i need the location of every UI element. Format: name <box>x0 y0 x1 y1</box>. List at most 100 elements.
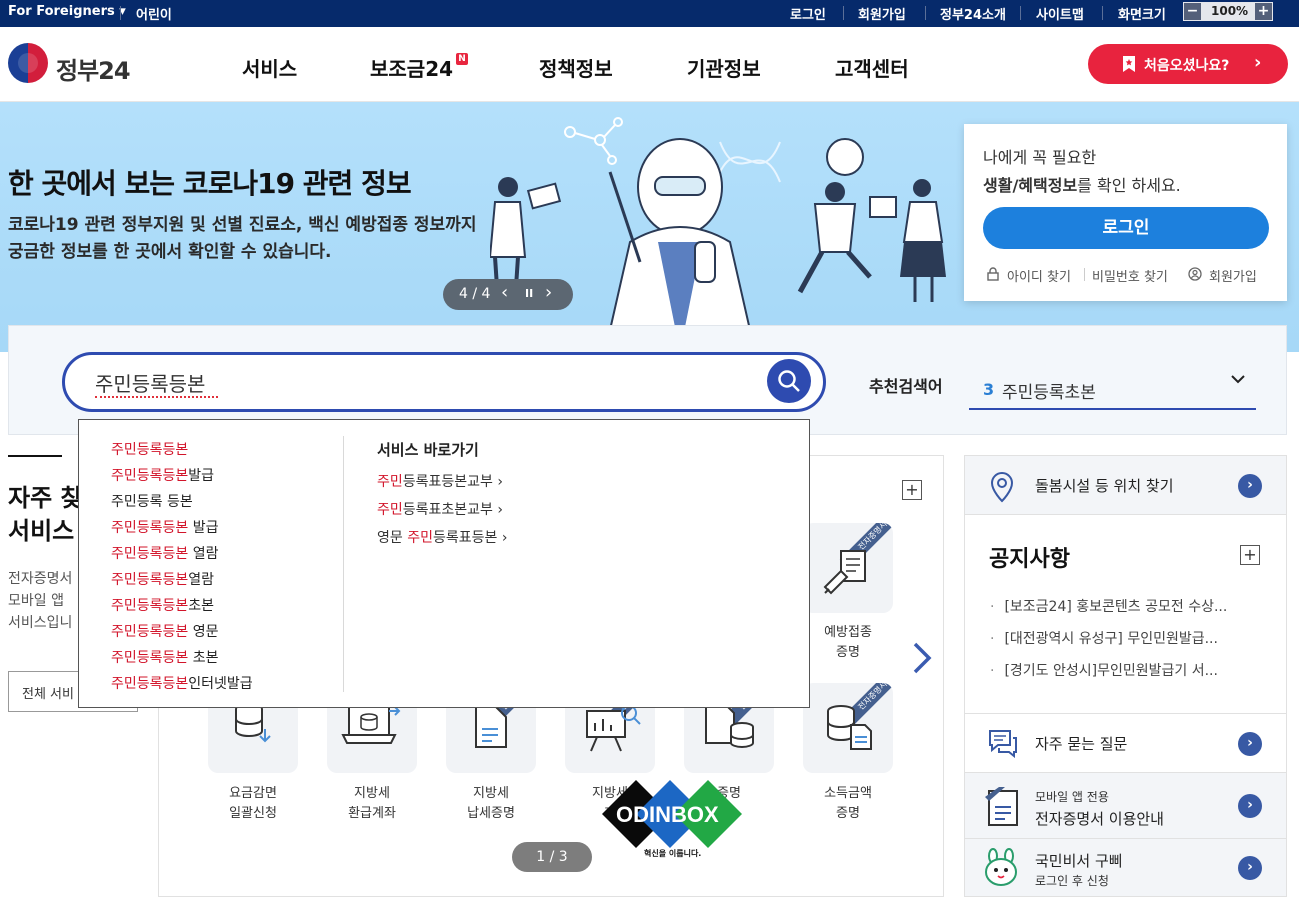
nav-services[interactable]: 서비스 <box>242 53 297 82</box>
service-card-vaccination[interactable]: 전자증명서 <box>803 523 893 613</box>
autocomplete-item[interactable]: 주민등록 등본 <box>111 491 193 511</box>
rest: 발급 <box>188 520 219 536</box>
bullet: · <box>990 663 995 679</box>
sitemap-link[interactable]: 사이트맵 <box>1036 4 1084 23</box>
watermark-text: ODINBOX <box>616 802 719 827</box>
match: 주민등록등본 <box>111 572 189 588</box>
match: 주민등록등본 <box>111 546 189 562</box>
login-button[interactable]: 로그인 <box>983 207 1269 249</box>
frequent-services-title: 자주 찾 서비스 <box>8 482 83 548</box>
autocomplete-item[interactable]: 주민등록등본열람 <box>111 569 214 589</box>
next-slide-button[interactable]: › <box>545 282 552 303</box>
divider <box>120 6 121 20</box>
autocomplete-item[interactable]: 주민등록등본 <box>111 439 188 459</box>
join-link[interactable]: 회원가입 <box>1209 266 1257 285</box>
site-logo-text[interactable]: 정부24 <box>56 51 131 86</box>
prev-slide-button[interactable]: ‹ <box>501 282 508 303</box>
autocomplete-item[interactable]: 주민등록등본 발급 <box>111 517 219 537</box>
search-button[interactable] <box>767 359 811 403</box>
shortcut-link[interactable]: 주민등록표등본교부 › <box>377 471 503 491</box>
divider <box>1084 268 1085 281</box>
autocomplete-item[interactable]: 주민등록등본인터넷발급 <box>111 673 253 693</box>
for-foreigners-link[interactable]: For Foreigners ▾ <box>8 4 126 19</box>
nav-policy[interactable]: 정책정보 <box>539 53 613 82</box>
zoom-in-button[interactable]: + <box>1255 3 1272 20</box>
zoom-out-button[interactable]: − <box>1184 3 1201 20</box>
notice-text: [보조금24] 홍보콘텐츠 공모전 수상... <box>1004 599 1228 615</box>
care-facility-finder[interactable]: 돌봄시설 등 위치 찾기 › <box>964 455 1287 515</box>
find-password-link[interactable]: 비밀번호 찾기 <box>1092 266 1168 285</box>
services-more-button[interactable]: + <box>902 480 922 500</box>
faq-link[interactable]: 자주 묻는 질문 › <box>964 713 1287 773</box>
odinbox-watermark-logo: ODINBOX 혁신을 이룹니다. <box>596 778 750 858</box>
service-label-line: 증명 <box>836 806 860 821</box>
national-secretary-gubbi[interactable]: 국민비서 구삐 로그인 후 신청 › <box>964 838 1287 897</box>
find-id-link[interactable]: 아이디 찾기 <box>1007 266 1071 285</box>
bookmark-icon <box>1123 56 1135 72</box>
banner-title: 한 곳에서 보는 코로나19 관련 정보 <box>8 167 412 200</box>
login-box: 나에게 꼭 필요한 생활/혜택정보를 확인 하세요. 로그인 아이디 찾기 비밀… <box>964 124 1287 301</box>
match: 주민등록등본 <box>111 468 189 484</box>
next-page-icon[interactable] <box>911 641 933 675</box>
match: 주민등록등본 <box>111 520 189 536</box>
mobile-e-certificate-guide[interactable]: 모바일 앱 전용 전자증명서 이용안내 › <box>964 772 1287 839</box>
rest: 발급 <box>188 468 215 484</box>
login-intro-line2: 생활/혜택정보를 확인 하세요. <box>983 172 1181 196</box>
watermark-subtext: 혁신을 이룹니다. <box>644 849 702 858</box>
divider <box>1020 6 1021 20</box>
recommended-keyword-select[interactable]: 3 주민등록초본 <box>969 372 1256 410</box>
notice-item[interactable]: · [경기도 안성시]무인민원발급기 서... <box>990 660 1218 680</box>
mobile-guide-line2: 전자증명서 이용안내 <box>1035 810 1164 828</box>
rest: 등록표등본 › <box>432 530 508 546</box>
autocomplete-item[interactable]: 주민등록등본 초본 <box>111 647 219 667</box>
autocomplete-item[interactable]: 주민등록등본 열람 <box>111 543 219 563</box>
nav-subsidy24-label: 보조금24 <box>370 57 454 81</box>
service-label: 지방세 납세증명 <box>436 784 546 824</box>
laptop-database-icon <box>341 706 401 744</box>
match: 주민등록등본 <box>111 598 189 614</box>
chevron-right-icon: › <box>1254 52 1262 73</box>
screen-size-label: 화면크기 <box>1118 8 1166 23</box>
kids-link[interactable]: 어린이 <box>136 4 172 23</box>
nav-subsidy24[interactable]: 보조금24 N <box>370 53 469 82</box>
nav-customer-center[interactable]: 고객센터 <box>835 53 909 82</box>
signup-link[interactable]: 회원가입 <box>858 4 906 23</box>
search-input[interactable] <box>95 367 735 397</box>
section-rule <box>8 455 62 457</box>
banner-desc-line: 코로나19 관련 정부지원 및 선별 진료소, 백신 예방접종 정보까지 <box>8 215 477 235</box>
covid-researchers-illustration <box>490 117 946 352</box>
taegeuk-logo-icon[interactable] <box>8 43 48 83</box>
service-label: 소득금액 증명 <box>793 784 903 824</box>
shortcut-link[interactable]: 영문 주민등록표등본 › <box>377 527 507 547</box>
login-intro-bold: 생활/혜택정보 <box>983 176 1078 195</box>
presentation-chart-icon <box>586 705 641 752</box>
notice-item[interactable]: · [보조금24] 홍보콘텐츠 공모전 수상... <box>990 596 1227 616</box>
autocomplete-item[interactable]: 주민등록등본초본 <box>111 595 214 615</box>
mobile-certificate-icon <box>985 787 1018 826</box>
login-link[interactable]: 로그인 <box>790 4 826 23</box>
about-link[interactable]: 정부24소개 <box>940 4 1006 23</box>
gubbi-line2: 로그인 후 신청 <box>1035 874 1109 888</box>
pause-slide-button[interactable]: II <box>525 287 533 300</box>
first-visit-button[interactable]: 처음오셨나요? › <box>1088 44 1288 84</box>
care-finder-label: 돌봄시설 등 위치 찾기 <box>1035 477 1174 495</box>
document-icon <box>475 706 507 748</box>
autocomplete-item[interactable]: 주민등록등본발급 <box>111 465 214 485</box>
autocomplete-item[interactable]: 주민등록등본 영문 <box>111 621 219 641</box>
notice-item[interactable]: · [대전광역시 유성구] 무인민원발급... <box>990 628 1218 648</box>
divider <box>1102 6 1103 20</box>
shortcut-link[interactable]: 주민등록표초본교부 › <box>377 499 503 519</box>
desc-line: 전자증명서 <box>8 571 73 587</box>
banner-pager: 4 / 4 ‹ II › <box>443 279 573 310</box>
search-autocomplete: 주민등록등본 주민등록등본발급 주민등록 등본 주민등록등본 발급 주민등록등본… <box>78 419 810 708</box>
match: 주민 <box>377 474 403 490</box>
service-card-income-amount[interactable]: 전자증명서 <box>803 683 893 773</box>
notice-more-button[interactable]: + <box>1240 545 1260 565</box>
document-database-icon <box>705 704 754 749</box>
nav-agency[interactable]: 기관정보 <box>687 53 761 82</box>
first-visit-label: 처음오셨나요? <box>1144 58 1230 74</box>
utility-bar: For Foreigners ▾ 어린이 로그인 회원가입 정부24소개 사이트… <box>0 0 1299 27</box>
syringe-document-icon <box>823 550 866 595</box>
location-pin-icon <box>990 471 1014 503</box>
arrow-right-icon: › <box>1238 474 1262 498</box>
